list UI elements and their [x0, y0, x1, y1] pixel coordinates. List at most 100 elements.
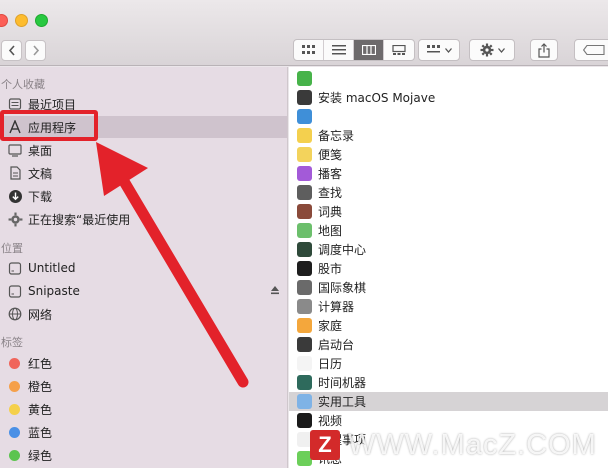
- favorites-heading: 个人收藏: [1, 78, 45, 91]
- app-name: 调度中心: [318, 243, 367, 257]
- tag-label: 绿色: [28, 448, 53, 463]
- sidebar-item-label: Untitled: [28, 261, 76, 275]
- gear-icon: [480, 43, 493, 57]
- app-name: 日历: [318, 357, 343, 371]
- icon-view-button[interactable]: [294, 40, 324, 60]
- disk-icon: [7, 283, 23, 299]
- tag-icon: [583, 45, 605, 55]
- chevron-down-icon: [444, 47, 452, 53]
- column-view-icon: [361, 45, 376, 55]
- app-list-item[interactable]: 股市: [289, 259, 608, 278]
- sidebar-tag-blue[interactable]: 蓝色: [0, 421, 287, 443]
- app-icon: [297, 242, 312, 257]
- app-icon: [297, 71, 312, 86]
- app-list-item[interactable]: 安装 macOS Mojave: [289, 88, 608, 107]
- app-list-item[interactable]: 家庭: [289, 316, 608, 335]
- highlight-box: [0, 110, 98, 141]
- sidebar-item-label: 下载: [28, 189, 53, 204]
- app-icon: [297, 318, 312, 333]
- app-list-item[interactable]: 播客: [289, 164, 608, 183]
- action-menu-button[interactable]: [469, 39, 515, 61]
- app-name: 计算器: [318, 300, 355, 314]
- sidebar-item-searching[interactable]: 正在搜索“最近使用: [0, 208, 287, 230]
- app-icon: [297, 90, 312, 105]
- view-mode-switcher[interactable]: [293, 39, 415, 61]
- gallery-view-button[interactable]: [384, 40, 414, 60]
- app-list-item[interactable]: 计算器: [289, 297, 608, 316]
- tag-dot: [9, 357, 20, 369]
- app-list-item[interactable]: 时间机器: [289, 373, 608, 392]
- back-button[interactable]: [1, 40, 22, 61]
- sidebar-item-network[interactable]: 网络: [0, 303, 287, 325]
- sidebar-item-snipaste[interactable]: Snipaste: [0, 280, 287, 302]
- app-name: 地图: [318, 224, 343, 238]
- icon-view-icon: [301, 45, 315, 54]
- app-icon: [297, 356, 312, 371]
- chevron-right-icon: [32, 45, 39, 56]
- chevron-left-icon: [8, 45, 15, 56]
- sidebar-item-label: 桌面: [28, 143, 53, 158]
- sidebar-item-downloads[interactable]: 下载: [0, 185, 287, 207]
- sidebar-item-label: 正在搜索“最近使用: [28, 212, 131, 227]
- eject-icon[interactable]: [270, 285, 280, 295]
- app-list-item[interactable]: 词典: [289, 202, 608, 221]
- watermark-logo: Z: [310, 430, 340, 460]
- app-list-item[interactable]: 调度中心: [289, 240, 608, 259]
- sidebar-item-untitled[interactable]: Untitled: [0, 257, 287, 279]
- sidebar-item-desktop[interactable]: 桌面: [0, 139, 287, 161]
- group-by-button[interactable]: [418, 39, 460, 61]
- app-icon: [297, 375, 312, 390]
- sidebar-tag-green[interactable]: 绿色: [0, 444, 287, 466]
- app-list-item[interactable]: [289, 107, 608, 126]
- app-list-item[interactable]: 便笺: [289, 145, 608, 164]
- tag-dot: [9, 403, 20, 415]
- app-list-item[interactable]: 查找: [289, 183, 608, 202]
- zoom-window-button[interactable]: [35, 14, 48, 27]
- locations-heading: 位置: [1, 242, 23, 255]
- tag-label: 红色: [28, 356, 53, 371]
- app-list-item[interactable]: 备忘录: [289, 126, 608, 145]
- sidebar-tag-red[interactable]: 红色: [0, 352, 287, 374]
- app-name: 安装 macOS Mojave: [318, 91, 436, 105]
- app-name: 备忘录: [318, 129, 355, 143]
- share-icon: [538, 42, 550, 58]
- app-name: 时间机器: [318, 376, 367, 390]
- list-view-icon: [331, 45, 346, 55]
- share-button[interactable]: [530, 39, 558, 61]
- sidebar-item-label: 文稿: [28, 166, 53, 181]
- app-icon: [297, 109, 312, 124]
- network-icon: [7, 306, 23, 322]
- forward-button[interactable]: [25, 40, 46, 61]
- watermark-text: WWW.MacZ.COM: [348, 428, 597, 461]
- app-name: 股市: [318, 262, 343, 276]
- minimize-window-button[interactable]: [15, 14, 28, 27]
- applications-list: 安装 macOS Mojave 备忘录便笺播客 查找 词典地图调度中心股市国际象棋计算…: [289, 67, 608, 468]
- app-name: 家庭: [318, 319, 343, 333]
- app-list-item[interactable]: 启动台: [289, 335, 608, 354]
- disk-icon: [7, 260, 23, 276]
- list-view-button[interactable]: [324, 40, 354, 60]
- gallery-view-icon: [392, 45, 406, 55]
- app-name: 国际象棋: [318, 281, 367, 295]
- tag-label: 橙色: [28, 379, 53, 394]
- app-icon: [297, 299, 312, 314]
- documents-icon: [7, 165, 23, 181]
- app-icon: [297, 280, 312, 295]
- sidebar-tag-yellow[interactable]: 黄色: [0, 398, 287, 420]
- app-list-item[interactable]: 日历: [289, 354, 608, 373]
- app-list-item[interactable]: 地图: [289, 221, 608, 240]
- app-name: 实用工具: [318, 395, 367, 409]
- gear-icon: [7, 211, 23, 227]
- column-view-button[interactable]: [354, 40, 384, 60]
- tag-dot: [9, 426, 20, 438]
- app-list-item[interactable]: 国际象棋: [289, 278, 608, 297]
- tags-button[interactable]: [574, 39, 608, 61]
- tag-dot: [9, 449, 20, 461]
- app-list-item[interactable]: [289, 69, 608, 88]
- app-list-item[interactable]: 实用工具: [289, 392, 608, 411]
- close-window-button[interactable]: [0, 14, 8, 27]
- sidebar-item-documents[interactable]: 文稿: [0, 162, 287, 184]
- sidebar-tag-orange[interactable]: 橙色: [0, 375, 287, 397]
- app-icon: [297, 185, 312, 200]
- app-name: 便笺: [318, 148, 343, 162]
